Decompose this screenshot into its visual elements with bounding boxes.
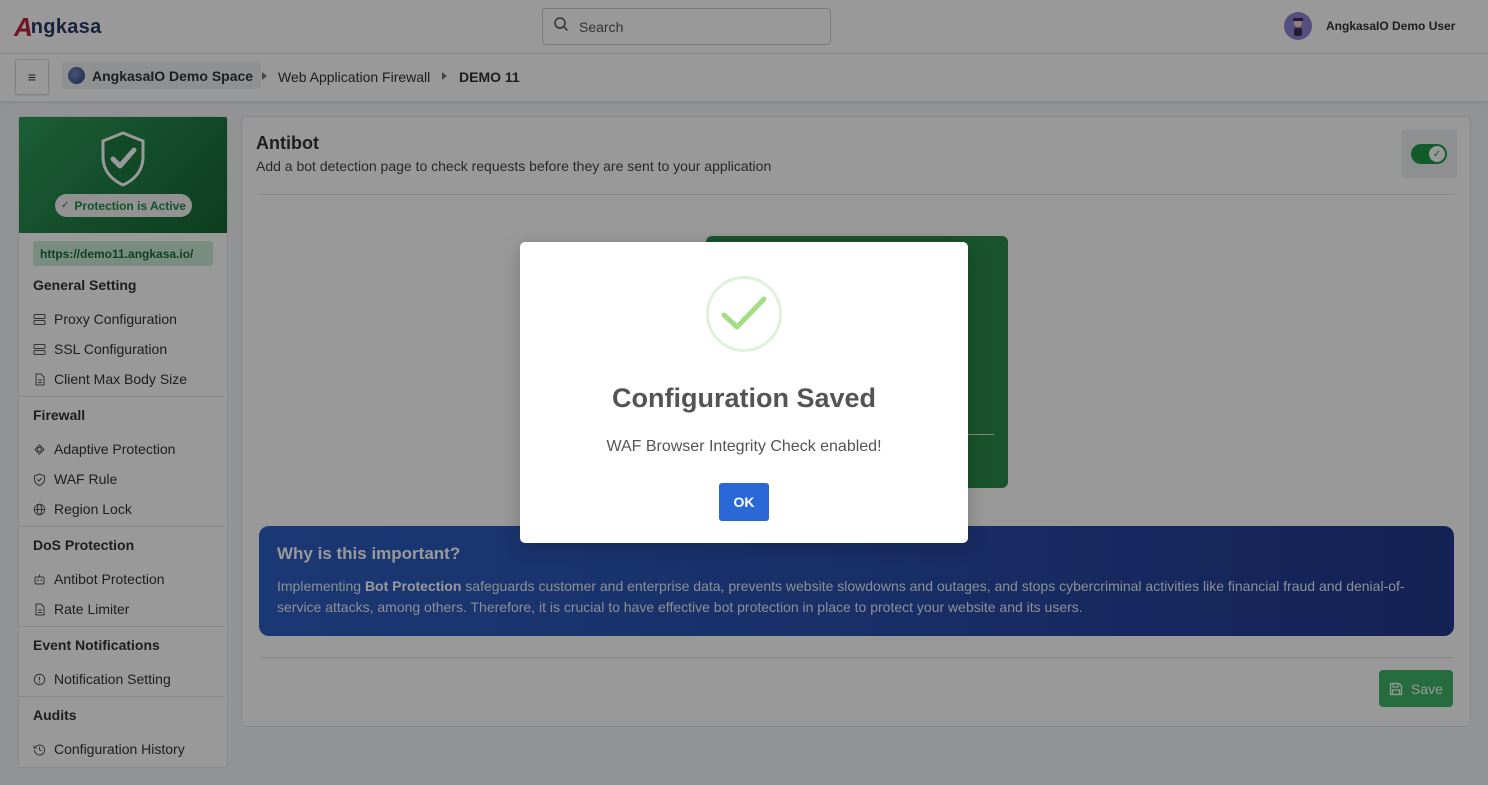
success-check-icon <box>706 276 782 352</box>
dialog-message: WAF Browser Integrity Check enabled! <box>606 438 882 455</box>
ok-button[interactable]: OK <box>719 483 769 521</box>
config-saved-dialog: Configuration Saved WAF Browser Integrit… <box>520 242 968 543</box>
dialog-title: Configuration Saved <box>611 383 876 413</box>
